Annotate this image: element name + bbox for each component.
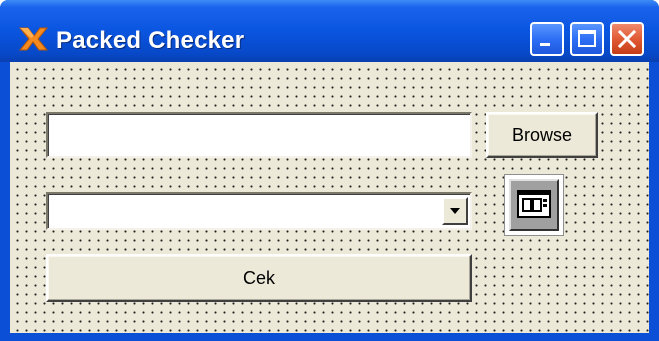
option-combobox[interactable]	[46, 192, 472, 230]
minimize-button[interactable]	[530, 22, 564, 56]
app-logo-icon	[18, 27, 48, 51]
chevron-down-icon	[450, 208, 460, 214]
close-icon	[617, 29, 637, 49]
browse-button[interactable]: Browse	[486, 112, 598, 158]
window-title: Packed Checker	[56, 27, 245, 54]
maximize-icon	[578, 30, 596, 47]
combobox-control-tool[interactable]	[504, 174, 564, 236]
close-button[interactable]	[610, 22, 644, 56]
cek-button[interactable]: Cek	[46, 254, 472, 302]
packed-checker-window: Packed Checker Browse Cek	[0, 0, 659, 341]
combobox-dropdown-button[interactable]	[442, 197, 468, 225]
maximize-button[interactable]	[570, 22, 604, 56]
tool-button-face	[509, 179, 559, 231]
combobox-control-icon	[517, 190, 551, 218]
file-path-field[interactable]	[48, 114, 470, 156]
minimize-icon	[540, 43, 550, 46]
file-path-input[interactable]	[46, 112, 472, 158]
title-bar[interactable]: Packed Checker	[0, 0, 659, 62]
form-client-area: Browse Cek	[10, 62, 649, 333]
